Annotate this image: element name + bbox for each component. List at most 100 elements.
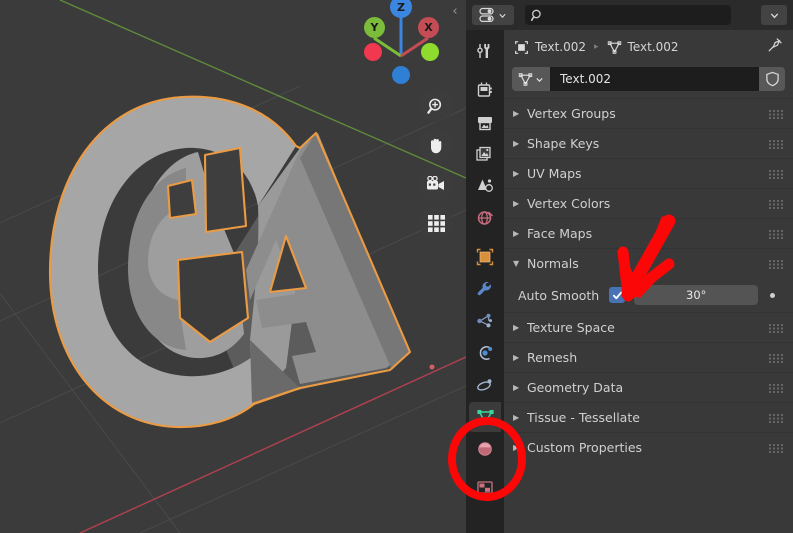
- panel-drag-handle[interactable]: [769, 254, 783, 273]
- hand-icon-button[interactable]: [419, 128, 453, 162]
- panel-label: Remesh: [527, 350, 578, 365]
- viewport-tool-buttons: [419, 89, 457, 245]
- object-square-icon: [515, 40, 528, 54]
- mesh-data-triangle-icon: [607, 40, 621, 54]
- panel-label: Tissue - Tessellate: [527, 410, 640, 425]
- mesh-datablock-row: Text.002: [512, 66, 785, 92]
- panel-custom-properties[interactable]: ▶ Custom Properties: [504, 432, 793, 462]
- properties-editor: Text.002 ▸ Text.002 Text.002 ▶ Vertex Gr…: [466, 0, 793, 533]
- check-icon: [612, 291, 622, 299]
- panel-uv-maps[interactable]: ▶ UV Maps: [504, 158, 793, 188]
- shield-icon: [765, 71, 779, 87]
- panel-drag-handle[interactable]: [769, 104, 783, 123]
- tab-world[interactable]: [469, 203, 501, 233]
- auto-smooth-row: Auto Smooth 30°: [504, 278, 793, 312]
- editor-type-icon: [479, 7, 494, 23]
- properties-panel-body: Text.002 ▸ Text.002 Text.002 ▶ Vertex Gr…: [504, 30, 793, 533]
- panel-drag-handle[interactable]: [769, 194, 783, 213]
- tab-modifiers[interactable]: [469, 274, 501, 304]
- panel-vertex-colors[interactable]: ▶ Vertex Colors: [504, 188, 793, 218]
- tab-output[interactable]: [469, 107, 501, 137]
- gizmo-axis-x[interactable]: X: [418, 17, 439, 38]
- material-sphere-icon: [478, 442, 492, 456]
- tab-tool[interactable]: [469, 36, 501, 66]
- auto-smooth-angle-field[interactable]: 30°: [634, 285, 759, 305]
- panel-drag-handle[interactable]: [769, 348, 783, 367]
- grid-icon: [427, 214, 445, 232]
- tab-material[interactable]: [469, 434, 501, 464]
- auto-smooth-checkbox[interactable]: [609, 287, 626, 303]
- tab-view-layer[interactable]: [469, 139, 501, 169]
- tab-render[interactable]: [469, 75, 501, 105]
- gizmo-axis-neg-z[interactable]: [392, 66, 410, 84]
- camera-icon-button[interactable]: [419, 167, 453, 201]
- panel-label: Face Maps: [527, 226, 593, 241]
- panel-label: Texture Space: [527, 320, 615, 335]
- tab-object-data[interactable]: [469, 402, 501, 432]
- panel-label: Shape Keys: [527, 136, 600, 151]
- gizmo-axis-neg-x[interactable]: [364, 43, 382, 61]
- panel-drag-handle[interactable]: [769, 134, 783, 153]
- editor-type-button[interactable]: [472, 5, 514, 25]
- panel-texture-space[interactable]: ▶ Texture Space: [504, 312, 793, 342]
- physics-orbit-icon: [479, 346, 493, 360]
- panel-label: Normals: [527, 256, 579, 271]
- grid-icon-button[interactable]: [419, 206, 453, 240]
- hand-icon: [431, 138, 442, 153]
- search-field[interactable]: [525, 5, 731, 25]
- tab-texture[interactable]: [469, 473, 501, 503]
- chevron-right-icon: ▶: [513, 353, 520, 362]
- animate-property-dot[interactable]: [770, 292, 776, 298]
- 3d-viewport[interactable]: ‹ Z Y X: [0, 0, 466, 533]
- mesh-name-field[interactable]: Text.002: [550, 67, 759, 91]
- panel-face-maps[interactable]: ▶ Face Maps: [504, 218, 793, 248]
- panel-drag-handle[interactable]: [769, 318, 783, 337]
- blender-window: ‹ Z Y X Text.002 ▸ Text.002 Text.002 ▶ V…: [0, 0, 793, 533]
- panel-drag-handle[interactable]: [769, 408, 783, 427]
- auto-smooth-label: Auto Smooth: [518, 287, 600, 303]
- panel-normals[interactable]: ▼ Normals: [504, 248, 793, 278]
- constraint-icon: [477, 379, 492, 391]
- panel-geometry-data[interactable]: ▶ Geometry Data: [504, 372, 793, 402]
- tab-object-constraints[interactable]: [469, 370, 501, 400]
- printer-icon: [478, 117, 492, 131]
- panel-drag-handle[interactable]: [769, 438, 783, 457]
- chevron-right-icon: ▶: [513, 323, 520, 332]
- panel-drag-handle[interactable]: [769, 164, 783, 183]
- chevron-down-icon: [536, 77, 543, 82]
- viewport-collapse-arrow[interactable]: ‹: [448, 2, 462, 22]
- texture-checker-icon: [477, 481, 493, 494]
- panel-label: Custom Properties: [527, 440, 643, 455]
- world-globe-icon: [477, 211, 494, 225]
- particles-icon: [477, 313, 492, 328]
- breadcrumb: Text.002 ▸ Text.002: [504, 30, 793, 64]
- fake-user-button[interactable]: [759, 67, 785, 91]
- panel-drag-handle[interactable]: [769, 378, 783, 397]
- properties-options-button[interactable]: [761, 5, 787, 25]
- panel-remesh[interactable]: ▶ Remesh: [504, 342, 793, 372]
- gizmo-axis-y[interactable]: Y: [364, 17, 385, 38]
- chevron-down-icon: [499, 13, 506, 18]
- tab-particles[interactable]: [469, 306, 501, 336]
- chevron-right-icon: ▶: [513, 229, 520, 238]
- pin-icon[interactable]: [767, 37, 783, 57]
- tab-scene[interactable]: [469, 171, 501, 201]
- chevron-right-icon: ▶: [513, 139, 520, 148]
- breadcrumb-object-name[interactable]: Text.002: [535, 40, 586, 54]
- tab-object[interactable]: [469, 242, 501, 272]
- tab-physics[interactable]: [469, 338, 501, 368]
- chevron-right-icon: ▶: [513, 169, 520, 178]
- breadcrumb-data-name[interactable]: Text.002: [628, 40, 679, 54]
- browse-mesh-data-button[interactable]: [512, 67, 550, 91]
- panel-vertex-groups[interactable]: ▶ Vertex Groups: [504, 98, 793, 128]
- zoom-icon-button[interactable]: [419, 89, 453, 123]
- breadcrumb-separator: ▸: [594, 42, 599, 52]
- chevron-down-icon: [770, 12, 778, 18]
- panel-tissue-tessellate[interactable]: ▶ Tissue - Tessellate: [504, 402, 793, 432]
- navigation-gizmo[interactable]: Z Y X: [352, 0, 450, 94]
- panel-drag-handle[interactable]: [769, 224, 783, 243]
- search-input[interactable]: [549, 8, 725, 22]
- gizmo-axis-neg-y[interactable]: [421, 43, 439, 61]
- panel-shape-keys[interactable]: ▶ Shape Keys: [504, 128, 793, 158]
- chevron-right-icon: ▶: [513, 413, 520, 422]
